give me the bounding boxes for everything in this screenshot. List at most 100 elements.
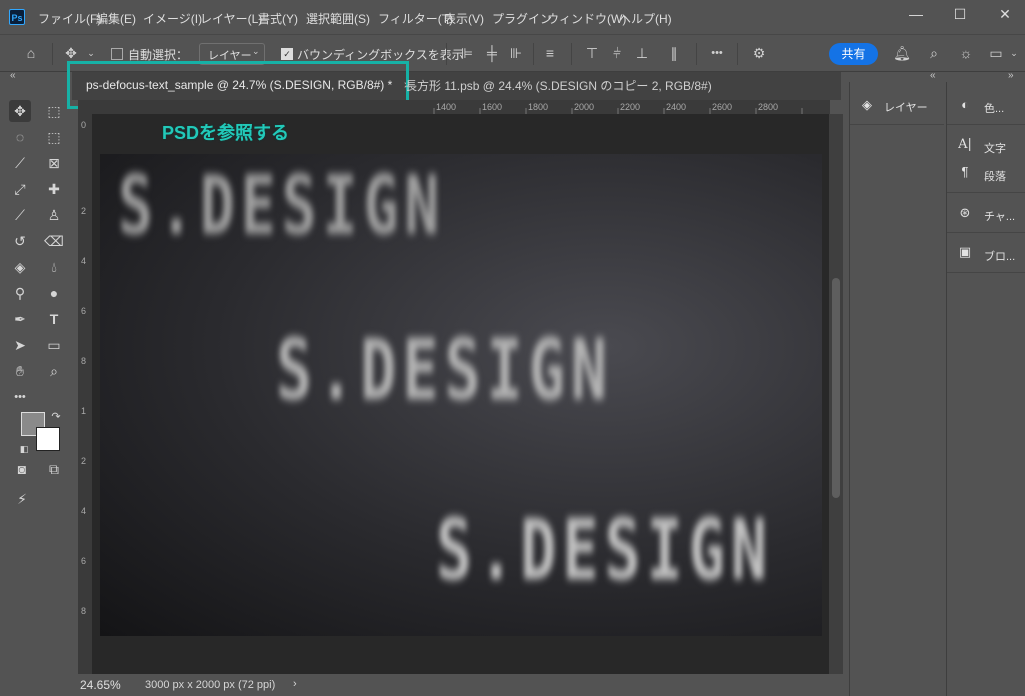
menu-edit[interactable]: 編集(E): [96, 10, 136, 27]
dodge-tool-icon[interactable]: ⚲: [9, 282, 31, 304]
divider: [446, 43, 447, 65]
ruler-label: 0: [81, 120, 87, 130]
hand-tool-icon[interactable]: ✋︎: [9, 360, 31, 382]
close-window-button[interactable]: ✕: [993, 4, 1017, 24]
status-menu-icon[interactable]: ›: [293, 678, 297, 690]
align-center-icon[interactable]: ╪: [483, 44, 501, 62]
align-top-icon[interactable]: ⊤: [583, 44, 601, 62]
vertical-scroll-thumb[interactable]: [832, 278, 840, 498]
chevron-down-icon[interactable]: ⌄: [1005, 44, 1023, 62]
divider: [947, 272, 1025, 273]
paragraph-icon: ¶: [961, 164, 969, 179]
marquee-tool-icon[interactable]: ⬚: [43, 100, 65, 122]
menu-select[interactable]: 選択範囲(S): [306, 10, 370, 27]
collapse-panel-icon[interactable]: «: [930, 70, 936, 81]
maximize-button[interactable]: ☐: [948, 4, 972, 24]
object-select-icon[interactable]: ⬚: [43, 126, 65, 148]
default-colors-icon[interactable]: ◧: [17, 438, 31, 460]
tab-inactive-document[interactable]: 長方形 11.psb @ 24.4% (S.DESIGN のコピー 2, RGB…: [405, 74, 712, 98]
character-icon: A|: [958, 137, 972, 152]
menu-layer[interactable]: レイヤー(L): [200, 10, 262, 27]
callout-annotation: PSDを参照する: [162, 123, 290, 143]
distribute-icon[interactable]: ∥: [665, 44, 683, 62]
menu-type[interactable]: 書式(Y): [258, 10, 298, 27]
move-tool-icon[interactable]: ✥: [9, 100, 31, 122]
bounding-box-checkbox[interactable]: ✓: [281, 48, 293, 60]
move-tool-preset-icon[interactable]: ✥: [62, 44, 80, 62]
menu-plugins[interactable]: プラグイン: [492, 10, 552, 27]
stamp-tool-icon[interactable]: ♙: [43, 204, 65, 226]
panel-color-label[interactable]: 色...: [984, 100, 1004, 116]
panel-character-label[interactable]: 文字: [984, 140, 1006, 156]
rectangle-tool-icon[interactable]: ▭: [43, 334, 65, 356]
frame-tool-icon[interactable]: ⊠: [43, 152, 65, 174]
paint-bucket-icon[interactable]: ◈: [9, 256, 31, 278]
zoom-level[interactable]: 24.65%: [80, 678, 121, 692]
menu-image[interactable]: イメージ(I): [143, 10, 202, 27]
background-color-swatch[interactable]: [36, 427, 60, 451]
chevron-down-icon[interactable]: ⌄: [82, 44, 100, 62]
ruler-label: 6: [81, 556, 87, 566]
divider: [533, 43, 534, 65]
align-left-icon[interactable]: ⊫: [458, 44, 476, 62]
generative-icon[interactable]: ⚡︎: [11, 488, 33, 510]
panel-layers-label[interactable]: レイヤー: [884, 99, 928, 115]
ruler-label: 2400: [666, 102, 687, 112]
artwork-text-2: S.DESIGN: [276, 322, 613, 420]
ruler-label: 2: [81, 456, 87, 466]
document-artwork[interactable]: S.DESIGN S.DESIGN S.DESIGN: [100, 154, 822, 636]
ruler-label: 2200: [620, 102, 641, 112]
menu-filter[interactable]: フィルター(T): [378, 10, 453, 27]
align-bottom-icon[interactable]: ⊥: [633, 44, 651, 62]
ruler-left: 0 2 4 6 8 1 2 4 6 8: [78, 114, 93, 674]
eraser-tool-icon[interactable]: ⌫: [43, 230, 65, 252]
menu-window[interactable]: ウィンドウ(W): [547, 10, 626, 27]
align-right-icon[interactable]: ⊪: [507, 44, 525, 62]
menu-view[interactable]: 表示(V): [444, 10, 484, 27]
sponge-tool-icon[interactable]: ●: [43, 282, 65, 304]
home-icon[interactable]: ⌂: [22, 44, 40, 62]
ruler-top: 1400 1600 1800 2000 2200 2400 2600 2800: [78, 100, 830, 115]
ruler-label: 2: [81, 206, 87, 216]
panel-paragraph-label[interactable]: 段落: [984, 168, 1006, 184]
lasso-tool-icon[interactable]: ◌: [9, 126, 31, 148]
panel-brush-label[interactable]: ブロ...: [984, 248, 1015, 264]
artwork-text-3: S.DESIGN: [436, 502, 773, 600]
collapse-left-icon[interactable]: «: [10, 70, 16, 81]
history-brush-icon[interactable]: ↺: [9, 230, 31, 252]
menu-file[interactable]: ファイル(F): [38, 10, 101, 27]
menu-help[interactable]: ヘルプ(H): [619, 10, 672, 27]
auto-select-checkbox[interactable]: [111, 48, 123, 60]
zoom-tool-icon[interactable]: ⌕: [43, 360, 65, 382]
crop-tool-icon[interactable]: ⟋: [9, 152, 31, 174]
panel-channels-label[interactable]: チャ...: [984, 208, 1015, 224]
panel-dock-layers: ◈ レイヤー: [849, 82, 944, 696]
expand-panel-icon[interactable]: »: [1008, 70, 1014, 81]
gear-icon[interactable]: ⚙: [750, 44, 768, 62]
artwork-text-1: S.DESIGN: [118, 158, 446, 254]
channels-icon: ⊛: [959, 205, 971, 220]
align-horizontal-icon[interactable]: ≡: [541, 44, 559, 62]
panel-dock-right: ◐ 色... A| 文字 ¶ 段落 ⊛ チャ... ▣ ブロ...: [946, 82, 1025, 696]
workspace-icon[interactable]: ▭: [987, 44, 1005, 62]
type-tool-icon[interactable]: T: [43, 308, 65, 330]
pen-tool-icon[interactable]: ✒: [9, 308, 31, 330]
edit-toolbar-icon[interactable]: •••: [9, 386, 31, 408]
path-select-icon[interactable]: ➤: [9, 334, 31, 356]
more-options-icon[interactable]: •••: [708, 44, 726, 62]
divider: [737, 43, 738, 65]
swap-colors-icon[interactable]: ↷: [49, 406, 63, 428]
search-icon[interactable]: ⌕: [925, 44, 943, 62]
blur-tool-icon[interactable]: 💧︎: [43, 256, 65, 278]
lightbulb-icon[interactable]: ☼: [957, 44, 975, 62]
share-button[interactable]: 共有: [829, 43, 878, 65]
screen-mode-icon[interactable]: ⧉: [43, 458, 65, 480]
brush-tool-icon[interactable]: ⟋: [9, 204, 31, 226]
bell-icon[interactable]: 🔔︎: [893, 44, 911, 62]
healing-brush-icon[interactable]: ✚: [43, 178, 65, 200]
quick-mask-icon[interactable]: ◙: [11, 458, 33, 480]
minimize-button[interactable]: —: [904, 4, 928, 24]
align-middle-icon[interactable]: ⫩: [608, 44, 626, 62]
ruler-label: 2800: [758, 102, 779, 112]
eyedropper-icon[interactable]: ⤢: [9, 178, 31, 200]
